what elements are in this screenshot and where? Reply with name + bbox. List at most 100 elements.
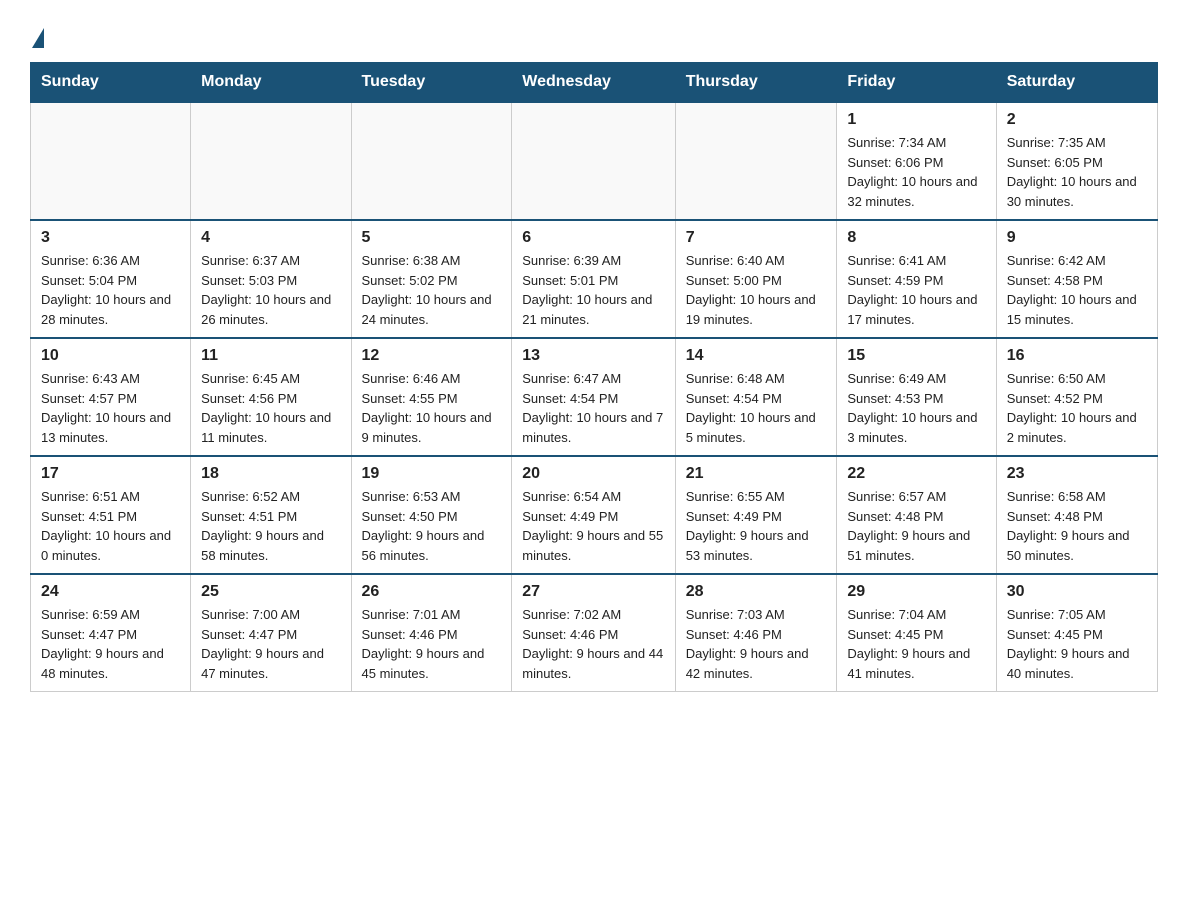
day-number: 7	[686, 229, 827, 247]
calendar-table: SundayMondayTuesdayWednesdayThursdayFrid…	[30, 62, 1158, 692]
sun-info: Sunrise: 6:37 AMSunset: 5:03 PMDaylight:…	[201, 251, 340, 329]
calendar-cell	[675, 102, 837, 220]
day-number: 20	[522, 465, 664, 483]
weekday-header-wednesday: Wednesday	[512, 63, 675, 103]
calendar-cell: 22 Sunrise: 6:57 AMSunset: 4:48 PMDayligh…	[837, 456, 996, 574]
calendar-cell: 3 Sunrise: 6:36 AMSunset: 5:04 PMDaylight…	[31, 220, 191, 338]
day-number: 16	[1007, 347, 1147, 365]
calendar-week-row: 10 Sunrise: 6:43 AMSunset: 4:57 PMDayligh…	[31, 338, 1158, 456]
sun-info: Sunrise: 7:01 AMSunset: 4:46 PMDaylight:…	[362, 605, 502, 683]
day-number: 22	[847, 465, 985, 483]
calendar-cell: 28 Sunrise: 7:03 AMSunset: 4:46 PMDayligh…	[675, 574, 837, 692]
sun-info: Sunrise: 7:02 AMSunset: 4:46 PMDaylight:…	[522, 605, 664, 683]
sun-info: Sunrise: 6:53 AMSunset: 4:50 PMDaylight:…	[362, 487, 502, 565]
logo-triangle-icon	[32, 28, 44, 48]
calendar-cell: 24 Sunrise: 6:59 AMSunset: 4:47 PMDayligh…	[31, 574, 191, 692]
day-number: 18	[201, 465, 340, 483]
calendar-cell: 20 Sunrise: 6:54 AMSunset: 4:49 PMDayligh…	[512, 456, 675, 574]
day-number: 6	[522, 229, 664, 247]
sun-info: Sunrise: 7:03 AMSunset: 4:46 PMDaylight:…	[686, 605, 827, 683]
sun-info: Sunrise: 6:57 AMSunset: 4:48 PMDaylight:…	[847, 487, 985, 565]
calendar-cell: 23 Sunrise: 6:58 AMSunset: 4:48 PMDayligh…	[996, 456, 1157, 574]
day-number: 25	[201, 583, 340, 601]
calendar-cell: 14 Sunrise: 6:48 AMSunset: 4:54 PMDayligh…	[675, 338, 837, 456]
calendar-week-row: 24 Sunrise: 6:59 AMSunset: 4:47 PMDayligh…	[31, 574, 1158, 692]
day-number: 4	[201, 229, 340, 247]
sun-info: Sunrise: 6:42 AMSunset: 4:58 PMDaylight:…	[1007, 251, 1147, 329]
sun-info: Sunrise: 6:55 AMSunset: 4:49 PMDaylight:…	[686, 487, 827, 565]
calendar-week-row: 3 Sunrise: 6:36 AMSunset: 5:04 PMDaylight…	[31, 220, 1158, 338]
weekday-header-tuesday: Tuesday	[351, 63, 512, 103]
sun-info: Sunrise: 7:34 AMSunset: 6:06 PMDaylight:…	[847, 133, 985, 211]
day-number: 14	[686, 347, 827, 365]
calendar-cell: 4 Sunrise: 6:37 AMSunset: 5:03 PMDaylight…	[191, 220, 351, 338]
day-number: 5	[362, 229, 502, 247]
day-number: 3	[41, 229, 180, 247]
sun-info: Sunrise: 7:04 AMSunset: 4:45 PMDaylight:…	[847, 605, 985, 683]
sun-info: Sunrise: 6:40 AMSunset: 5:00 PMDaylight:…	[686, 251, 827, 329]
calendar-cell	[512, 102, 675, 220]
calendar-cell: 15 Sunrise: 6:49 AMSunset: 4:53 PMDayligh…	[837, 338, 996, 456]
sun-info: Sunrise: 6:46 AMSunset: 4:55 PMDaylight:…	[362, 369, 502, 447]
sun-info: Sunrise: 6:36 AMSunset: 5:04 PMDaylight:…	[41, 251, 180, 329]
calendar-cell: 16Sunrise: 6:50 AMSunset: 4:52 PMDayligh…	[996, 338, 1157, 456]
calendar-cell: 8Sunrise: 6:41 AMSunset: 4:59 PMDaylight…	[837, 220, 996, 338]
calendar-cell: 29Sunrise: 7:04 AMSunset: 4:45 PMDayligh…	[837, 574, 996, 692]
calendar-cell	[191, 102, 351, 220]
calendar-cell: 27 Sunrise: 7:02 AMSunset: 4:46 PMDayligh…	[512, 574, 675, 692]
day-number: 19	[362, 465, 502, 483]
day-number: 26	[362, 583, 502, 601]
day-number: 30	[1007, 583, 1147, 601]
sun-info: Sunrise: 6:43 AMSunset: 4:57 PMDaylight:…	[41, 369, 180, 447]
calendar-cell: 2 Sunrise: 7:35 AMSunset: 6:05 PMDaylight…	[996, 102, 1157, 220]
calendar-cell: 6 Sunrise: 6:39 AMSunset: 5:01 PMDaylight…	[512, 220, 675, 338]
sun-info: Sunrise: 6:59 AMSunset: 4:47 PMDaylight:…	[41, 605, 180, 683]
weekday-header-sunday: Sunday	[31, 63, 191, 103]
weekday-header-friday: Friday	[837, 63, 996, 103]
sun-info: Sunrise: 6:47 AMSunset: 4:54 PMDaylight:…	[522, 369, 664, 447]
sun-info: Sunrise: 6:51 AMSunset: 4:51 PMDaylight:…	[41, 487, 180, 565]
sun-info: Sunrise: 6:45 AMSunset: 4:56 PMDaylight:…	[201, 369, 340, 447]
day-number: 2	[1007, 111, 1147, 129]
day-number: 27	[522, 583, 664, 601]
calendar-header-row: SundayMondayTuesdayWednesdayThursdayFrid…	[31, 63, 1158, 103]
calendar-cell: 10 Sunrise: 6:43 AMSunset: 4:57 PMDayligh…	[31, 338, 191, 456]
day-number: 28	[686, 583, 827, 601]
sun-info: Sunrise: 7:35 AMSunset: 6:05 PMDaylight:…	[1007, 133, 1147, 211]
sun-info: Sunrise: 6:58 AMSunset: 4:48 PMDaylight:…	[1007, 487, 1147, 565]
calendar-cell: 30 Sunrise: 7:05 AMSunset: 4:45 PMDayligh…	[996, 574, 1157, 692]
calendar-week-row: 1 Sunrise: 7:34 AMSunset: 6:06 PMDaylight…	[31, 102, 1158, 220]
calendar-cell	[351, 102, 512, 220]
sun-info: Sunrise: 6:48 AMSunset: 4:54 PMDaylight:…	[686, 369, 827, 447]
sun-info: Sunrise: 6:38 AMSunset: 5:02 PMDaylight:…	[362, 251, 502, 329]
sun-info: Sunrise: 6:54 AMSunset: 4:49 PMDaylight:…	[522, 487, 664, 565]
day-number: 21	[686, 465, 827, 483]
calendar-cell	[31, 102, 191, 220]
calendar-cell: 11 Sunrise: 6:45 AMSunset: 4:56 PMDayligh…	[191, 338, 351, 456]
day-number: 1	[847, 111, 985, 129]
logo	[30, 28, 46, 44]
day-number: 8	[847, 229, 985, 247]
sun-info: Sunrise: 6:39 AMSunset: 5:01 PMDaylight:…	[522, 251, 664, 329]
calendar-cell: 7 Sunrise: 6:40 AMSunset: 5:00 PMDaylight…	[675, 220, 837, 338]
weekday-header-saturday: Saturday	[996, 63, 1157, 103]
sun-info: Sunrise: 6:49 AMSunset: 4:53 PMDaylight:…	[847, 369, 985, 447]
calendar-cell: 21 Sunrise: 6:55 AMSunset: 4:49 PMDayligh…	[675, 456, 837, 574]
day-number: 23	[1007, 465, 1147, 483]
calendar-cell: 5 Sunrise: 6:38 AMSunset: 5:02 PMDaylight…	[351, 220, 512, 338]
day-number: 13	[522, 347, 664, 365]
calendar-cell: 26 Sunrise: 7:01 AMSunset: 4:46 PMDayligh…	[351, 574, 512, 692]
day-number: 15	[847, 347, 985, 365]
day-number: 10	[41, 347, 180, 365]
day-number: 12	[362, 347, 502, 365]
calendar-cell: 1 Sunrise: 7:34 AMSunset: 6:06 PMDaylight…	[837, 102, 996, 220]
day-number: 24	[41, 583, 180, 601]
sun-info: Sunrise: 7:05 AMSunset: 4:45 PMDaylight:…	[1007, 605, 1147, 683]
sun-info: Sunrise: 6:52 AMSunset: 4:51 PMDaylight:…	[201, 487, 340, 565]
sun-info: Sunrise: 7:00 AMSunset: 4:47 PMDaylight:…	[201, 605, 340, 683]
calendar-cell: 19 Sunrise: 6:53 AMSunset: 4:50 PMDayligh…	[351, 456, 512, 574]
calendar-week-row: 17Sunrise: 6:51 AMSunset: 4:51 PMDayligh…	[31, 456, 1158, 574]
page-header	[30, 20, 1158, 44]
day-number: 11	[201, 347, 340, 365]
weekday-header-monday: Monday	[191, 63, 351, 103]
